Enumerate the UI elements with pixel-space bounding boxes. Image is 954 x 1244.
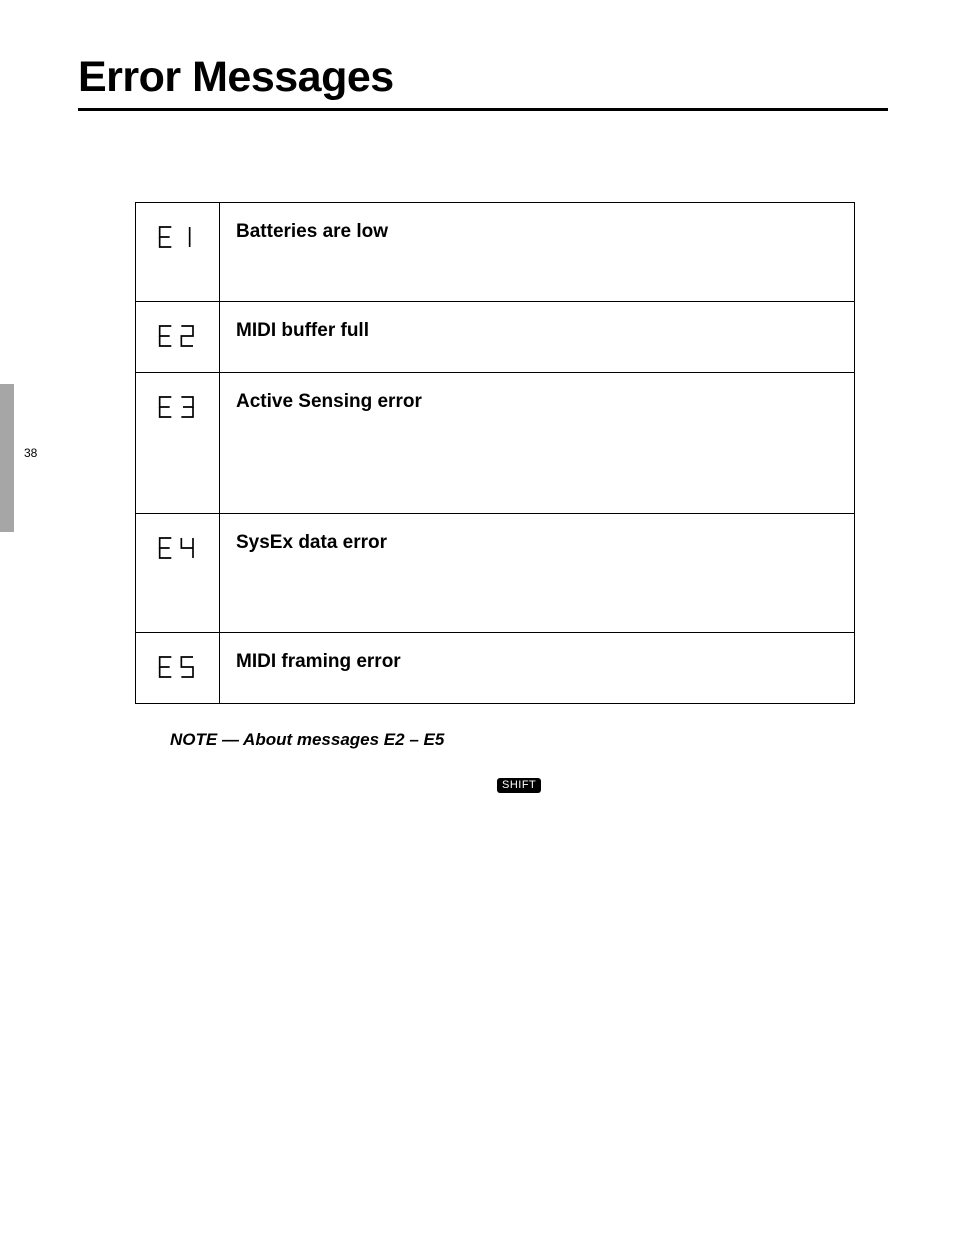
page: 38 Error Messages Batteries are l bbox=[0, 0, 954, 1244]
page-number: 38 bbox=[24, 446, 37, 460]
error-code bbox=[136, 203, 220, 301]
error-title: SysEx data error bbox=[236, 532, 838, 554]
seg-e4-icon bbox=[153, 532, 203, 564]
note-title: NOTE — About messages E2 – E5 bbox=[170, 730, 870, 750]
error-desc: SysEx data error bbox=[220, 514, 854, 632]
title-rule bbox=[78, 108, 888, 111]
table-row: MIDI buffer full bbox=[136, 301, 854, 372]
table-row: Active Sensing error bbox=[136, 372, 854, 513]
shift-key-wrap: SHIFT bbox=[497, 776, 541, 794]
error-desc: Active Sensing error bbox=[220, 373, 854, 513]
seg-e2-icon bbox=[153, 320, 203, 352]
error-code bbox=[136, 633, 220, 703]
error-desc: MIDI buffer full bbox=[220, 302, 854, 372]
error-code bbox=[136, 302, 220, 372]
page-title: Error Messages bbox=[78, 53, 394, 102]
side-tab bbox=[0, 384, 14, 532]
table-row: Batteries are low bbox=[136, 203, 854, 301]
error-title: MIDI framing error bbox=[236, 651, 838, 673]
error-desc: MIDI framing error bbox=[220, 633, 854, 703]
error-code bbox=[136, 373, 220, 513]
error-title: Batteries are low bbox=[236, 221, 838, 243]
error-title: MIDI buffer full bbox=[236, 320, 838, 342]
table-row: MIDI framing error bbox=[136, 632, 854, 703]
error-code bbox=[136, 514, 220, 632]
table-row: SysEx data error bbox=[136, 513, 854, 632]
seg-e3-icon bbox=[153, 391, 203, 423]
seg-e1-icon bbox=[153, 221, 203, 253]
seg-e5-icon bbox=[153, 651, 203, 683]
shift-key-icon: SHIFT bbox=[497, 778, 541, 793]
error-table: Batteries are low MIDI buffer full bbox=[135, 202, 855, 704]
error-desc: Batteries are low bbox=[220, 203, 854, 301]
note-block: NOTE — About messages E2 – E5 bbox=[170, 730, 870, 750]
error-title: Active Sensing error bbox=[236, 391, 838, 413]
